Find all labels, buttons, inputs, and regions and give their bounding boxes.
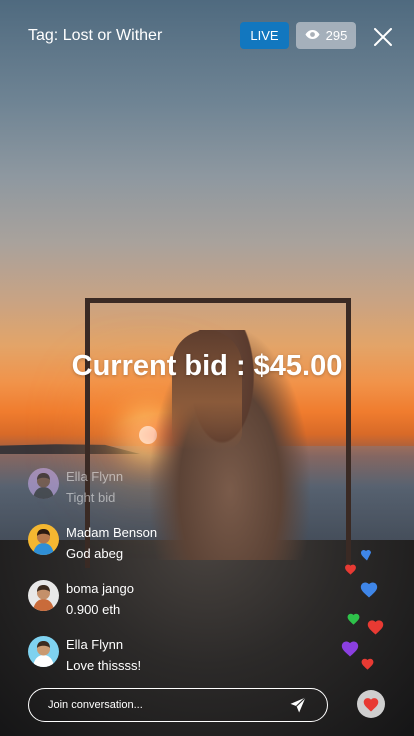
chat-text: 0.900 eth <box>66 602 121 617</box>
viewer-count: 295 <box>325 28 348 43</box>
heart-icon <box>341 641 359 657</box>
live-stream-screen: Tag: Lost or Wither LIVE 295 Current bid… <box>0 0 414 736</box>
heart-icon <box>361 658 374 670</box>
tag-title: Tag: Lost or Wither <box>28 27 163 44</box>
avatar <box>28 468 59 499</box>
send-button[interactable] <box>281 690 315 720</box>
chat-list: Ella Flynn Tight bid Madam Benson God ab… <box>28 466 268 690</box>
top-bar: Tag: Lost or Wither LIVE 295 <box>0 20 414 52</box>
chat-author: boma jango <box>66 581 134 596</box>
chat-author: Ella Flynn <box>66 469 124 484</box>
close-icon <box>374 28 392 46</box>
chat-author: Ella Flynn <box>66 637 124 652</box>
heart-icon <box>361 550 371 561</box>
like-button[interactable] <box>357 690 385 718</box>
close-button[interactable] <box>370 24 396 50</box>
conversation-input[interactable] <box>29 699 281 711</box>
avatar <box>28 636 59 667</box>
heart-icon <box>347 613 360 625</box>
heart-icon <box>363 698 379 712</box>
chat-text: Tight bid <box>66 490 116 505</box>
chat-text: God abeg <box>66 546 124 561</box>
heart-icon <box>367 620 384 635</box>
chat-message: Madam Benson God abeg <box>28 522 268 578</box>
chat-text: Love thissss! <box>66 658 142 673</box>
current-bid: Current bid : $45.00 <box>71 350 343 382</box>
chat-message: boma jango 0.900 eth <box>28 578 268 634</box>
eye-icon <box>305 28 320 43</box>
chat-message: Ella Flynn Love thissss! <box>28 634 268 690</box>
heart-icon <box>345 564 356 575</box>
chat-author: Madam Benson <box>66 525 158 540</box>
avatar <box>28 524 59 555</box>
send-icon <box>290 697 306 713</box>
viewer-count-badge: 295 <box>296 22 356 49</box>
chat-message: Ella Flynn Tight bid <box>28 466 268 522</box>
heart-icon <box>360 582 378 598</box>
live-badge: LIVE <box>240 22 289 49</box>
conversation-input-bar <box>28 688 328 722</box>
avatar <box>28 580 59 611</box>
